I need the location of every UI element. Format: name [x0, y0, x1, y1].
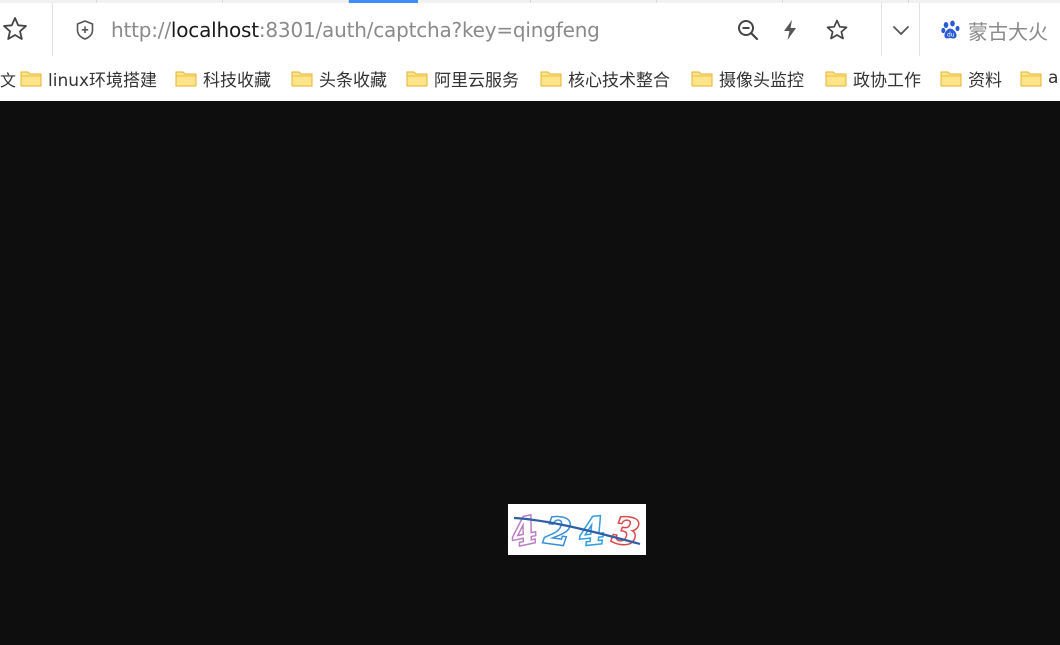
star-outline-icon[interactable]: [0, 14, 30, 44]
bookmark-folder-item[interactable]: 头条收藏: [291, 66, 387, 91]
bookmark-folder-item[interactable]: 资料: [940, 66, 1002, 91]
page-viewport: 4243 4243: [0, 101, 1060, 645]
search-engine-label: 蒙古大火: [968, 19, 1048, 44]
bookmark-folder-item[interactable]: 阿里云服务: [406, 66, 519, 91]
address-row: http://localhost:8301/auth/captcha?key=q…: [0, 3, 1060, 56]
bookmark-edge-fragment[interactable]: 文: [0, 67, 16, 91]
bookmark-folder-item[interactable]: 科技收藏: [175, 66, 271, 91]
bookmark-folder-item[interactable]: 摄像头监控: [691, 66, 804, 91]
bookmark-folder-item[interactable]: 政协工作: [825, 66, 921, 91]
captcha-image[interactable]: 4243 4243: [508, 504, 646, 555]
paw-icon: du: [940, 19, 962, 41]
toolbar-separator: [52, 3, 53, 56]
bookmark-folder-item[interactable]: a: [1020, 66, 1058, 90]
url-field[interactable]: http://localhost:8301/auth/captcha?key=q…: [111, 18, 600, 42]
bookmark-label: 资料: [968, 70, 1002, 91]
folder-icon: [406, 71, 428, 87]
svg-text:du: du: [947, 32, 955, 39]
bookmarks-bar: 文 linux环境搭建 科技收藏 头条收藏 阿里云服务 核心技术整合 摄像头监控…: [0, 56, 1060, 100]
browser-chrome: http://localhost:8301/auth/captcha?key=q…: [0, 0, 1060, 102]
bookmark-folder-item[interactable]: linux环境搭建: [20, 66, 158, 91]
folder-icon: [1020, 71, 1042, 87]
shield-icon[interactable]: [73, 18, 97, 42]
folder-icon: [540, 71, 562, 87]
url-path: :8301/auth/captcha?key=qingfeng: [258, 18, 600, 42]
magnifier-minus-icon[interactable]: [735, 17, 761, 43]
url-scheme: http://: [111, 18, 171, 42]
folder-icon: [175, 71, 197, 87]
lightning-icon[interactable]: [777, 17, 803, 43]
chevron-down-icon[interactable]: [889, 18, 913, 42]
bookmark-folder-item[interactable]: 核心技术整合: [540, 66, 670, 91]
folder-icon: [20, 71, 42, 87]
folder-icon: [691, 71, 713, 87]
star-icon[interactable]: [824, 17, 850, 43]
folder-icon: [291, 71, 313, 87]
url-host: localhost: [170, 18, 259, 42]
bookmark-label: 摄像头监控: [719, 70, 804, 91]
bookmark-label: 科技收藏: [203, 70, 271, 91]
search-engine-box[interactable]: du 蒙古大火: [940, 17, 1048, 44]
bookmark-label: linux环境搭建: [48, 70, 158, 91]
folder-icon: [825, 71, 847, 87]
toolbar-separator: [881, 3, 882, 56]
bookmark-label: a: [1048, 68, 1059, 88]
bookmark-label: 政协工作: [853, 70, 921, 91]
folder-icon: [940, 71, 962, 87]
bookmark-label: 核心技术整合: [568, 70, 670, 91]
bookmark-label: 阿里云服务: [434, 70, 519, 91]
toolbar-separator: [919, 3, 920, 56]
bookmark-label: 头条收藏: [319, 70, 387, 91]
